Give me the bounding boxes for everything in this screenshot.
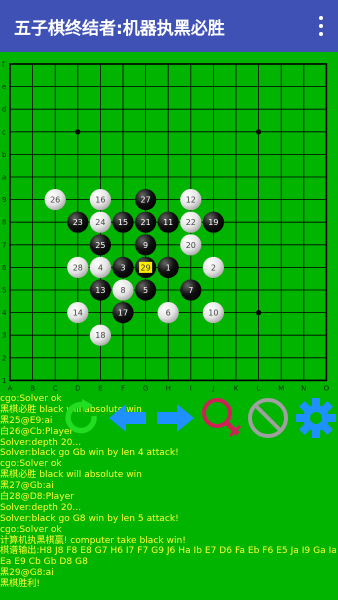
log-line: 棋谱输出:H8 J8 F8 E8 G7 H6 I7 F7 G9 J6 Ha Ib… (0, 546, 338, 557)
stone-number: 9 (143, 241, 148, 250)
app-title: 五子棋终结者:机器执黑必胜 (14, 19, 225, 39)
col-label: J (211, 384, 214, 392)
stone-number: 2 (211, 263, 216, 272)
settings-button[interactable] (294, 396, 338, 440)
stone-number: 28 (73, 263, 83, 272)
log-line: 黑棋胜利! (0, 579, 41, 590)
col-label: E (98, 384, 102, 392)
stone-number: 26 (50, 196, 60, 205)
col-label: D (75, 384, 80, 392)
col-label: I (190, 384, 192, 392)
undo-button[interactable] (106, 396, 150, 440)
stone-number: 13 (95, 286, 105, 295)
row-label: 1 (2, 377, 6, 385)
stone-number: 25 (95, 241, 105, 250)
restart-icon (65, 399, 97, 434)
stone-number: 20 (186, 241, 196, 250)
stone-number: 21 (141, 218, 151, 227)
search-icon (202, 398, 242, 438)
stone-number: 7 (188, 286, 193, 295)
stone-number: 19 (208, 218, 218, 227)
log-line: 黑棋必胜 black will absolute win (0, 470, 142, 481)
stone-number: 8 (120, 286, 125, 295)
stone-number: 3 (120, 263, 125, 272)
restart-button[interactable] (60, 396, 104, 440)
stone-number: 11 (163, 218, 173, 227)
log-line: 黑27@Gb:ai (0, 481, 54, 492)
log-line: Ea E9 Cb Gb D8 G8 (0, 557, 88, 568)
row-label: 9 (2, 196, 6, 204)
star-point (75, 129, 81, 135)
undo-arrow-icon (109, 404, 146, 432)
stone-number: 10 (208, 309, 218, 318)
row-label: 7 (2, 241, 6, 249)
col-label: A (8, 384, 13, 392)
log-line: Solver:black go G8 win by len 5 attack! (0, 513, 179, 524)
log-line: 计算机执黑棋赢! computer take black win! (0, 535, 186, 546)
forbidden-icon (248, 398, 288, 438)
stone-number: 12 (186, 196, 196, 205)
stone-number: 4 (98, 263, 103, 272)
app-bar: 五子棋终结者:机器执黑必胜 (0, 0, 338, 52)
stone-number: 22 (186, 218, 196, 227)
row-label: b (2, 151, 7, 159)
row-label: 3 (2, 332, 6, 340)
star-point (256, 310, 262, 316)
col-label: G (143, 384, 148, 392)
stone-number: 23 (73, 218, 83, 227)
gomoku-board[interactable]: fedcba987654321A B C D E F G H I J K L M N O1 234567891… (0, 52, 338, 397)
row-label: 2 (2, 354, 6, 362)
row-label: 4 (2, 309, 7, 317)
log-line: 白28@D8:Player (0, 492, 74, 503)
toolbar (60, 396, 338, 444)
forbidden-button[interactable] (246, 396, 290, 440)
stone-number: 15 (118, 218, 128, 227)
col-label: H (166, 384, 171, 392)
stone-number: 14 (73, 309, 83, 318)
row-label: 6 (2, 264, 7, 272)
log-line: cgo:Solver ok (0, 524, 62, 535)
col-label: C (53, 384, 58, 392)
col-label: B (30, 384, 35, 392)
col-label: L (257, 384, 261, 392)
col-label: N (301, 384, 306, 392)
log-line: cgo:Solver ok (0, 459, 62, 470)
stone-number: 6 (166, 309, 171, 318)
log-line: 黑29@G8:ai (0, 568, 54, 579)
row-label: d (2, 106, 6, 114)
log-line: Solver:black go Gb win by len 4 attack! (0, 448, 179, 459)
stone-number: 29 (141, 263, 151, 272)
col-label: F (121, 384, 125, 392)
stone-number: 16 (95, 196, 105, 205)
more-vert-icon[interactable] (314, 14, 328, 38)
log-line: Solver:depth 20... (0, 502, 82, 513)
row-label: 5 (2, 287, 6, 295)
row-label: a (2, 174, 6, 182)
stone-number: 27 (141, 196, 151, 205)
search-button[interactable] (200, 396, 244, 440)
star-point (256, 129, 262, 135)
row-label: 8 (2, 219, 6, 227)
settings-gear-icon (296, 398, 336, 438)
row-label: e (2, 83, 6, 91)
stone-number: 1 (166, 263, 171, 272)
col-label: O (324, 384, 330, 392)
stone-number: 5 (143, 286, 148, 295)
stone-number: 17 (118, 309, 128, 318)
col-label: K (234, 384, 239, 392)
redo-button[interactable] (153, 396, 197, 440)
row-label: c (2, 128, 6, 136)
row-label: f (2, 61, 5, 69)
stone-number: 24 (95, 218, 105, 227)
col-label: M (278, 384, 284, 392)
redo-arrow-icon (157, 404, 194, 432)
stone-number: 18 (95, 331, 105, 340)
